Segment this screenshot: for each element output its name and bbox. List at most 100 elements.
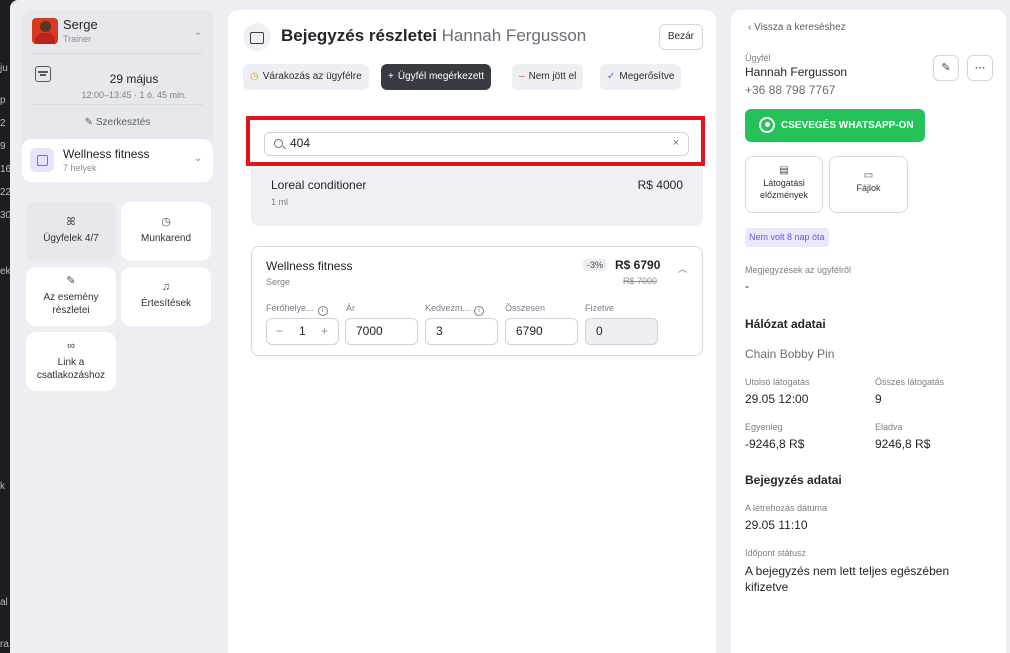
edge-text: ra xyxy=(0,639,9,650)
chevron-down-icon[interactable]: ⌄ xyxy=(194,153,202,164)
divider xyxy=(32,104,203,105)
discount-field[interactable]: 3 xyxy=(425,318,498,345)
paid-field[interactable]: 0 xyxy=(585,318,658,345)
client-label: Ügyfél xyxy=(745,53,771,63)
title-text: Bejegyzés részletei xyxy=(281,26,437,45)
status-confirmed-button[interactable]: ✓ Megerősítve xyxy=(600,64,682,90)
visit-history-button[interactable]: ▤ Látogatási előzmények xyxy=(745,156,823,213)
visit-history-label: Látogatási előzmények xyxy=(759,178,809,200)
files-label: Fájlok xyxy=(856,183,881,193)
search-icon xyxy=(274,139,283,148)
edge-text: ju xyxy=(0,63,8,74)
minus-button[interactable]: − xyxy=(276,324,283,338)
status-arrived-button[interactable]: + Ügyfél megérkezett xyxy=(381,64,491,90)
clock-icon: ◷ xyxy=(250,71,259,82)
history-icon: ▤ xyxy=(779,165,789,176)
result-unit: 1 ml xyxy=(271,197,289,207)
minus-icon: – xyxy=(519,71,525,82)
discount-label: Kedvezm... i xyxy=(425,303,485,316)
quantity-value: 1 xyxy=(299,324,306,338)
sold-value: 9246,8 R$ xyxy=(875,437,931,451)
status-label: Megerősítve xyxy=(619,71,675,82)
edge-text: 2 xyxy=(0,118,6,129)
total-field[interactable]: 6790 xyxy=(505,318,578,345)
service-capacity: 7 helyek xyxy=(63,163,97,173)
status-label: Ügyfél megérkezett xyxy=(397,71,484,82)
back-to-search-link[interactable]: ‹ Vissza a kereséshez xyxy=(748,22,846,33)
chevron-down-icon[interactable]: ⌄ xyxy=(194,27,202,38)
plus-button[interactable]: + xyxy=(321,324,328,338)
title-client-name: Hannah Fergusson xyxy=(441,26,587,45)
info-icon[interactable]: i xyxy=(474,306,485,316)
price-field[interactable]: 7000 xyxy=(345,318,418,345)
product-search-box[interactable]: × xyxy=(264,132,689,156)
back-label: Vissza a kereséshez xyxy=(754,22,846,33)
chevron-up-icon[interactable]: ︿ xyxy=(678,262,687,275)
trainer-card[interactable]: Serge Trainer ⌄ 29 május 12:00–13:45 · 1… xyxy=(22,10,213,156)
calendar-icon xyxy=(35,66,51,82)
last-visit-label: Utolsó látogatás xyxy=(745,377,810,387)
basket-icon xyxy=(243,23,271,51)
tab-event-details[interactable]: ✎ Az esemény részletei xyxy=(26,267,116,326)
files-button[interactable]: ▭ Fájlok xyxy=(829,156,908,213)
paid-label: Fizetve xyxy=(585,303,615,313)
search-result-item[interactable]: Loreal conditioner 1 ml R$ 4000 xyxy=(251,167,703,226)
whatsapp-label: CSEVEGÉS WHATSAPP-ON xyxy=(781,120,914,131)
search-input[interactable] xyxy=(290,136,660,150)
tab-join-link[interactable]: ∞ Link a csatlakozáshoz xyxy=(26,332,116,391)
edge-text: 9 xyxy=(0,141,6,152)
more-icon: ⋯ xyxy=(974,62,986,74)
plus-icon: + xyxy=(388,71,394,82)
service-line-item: Wellness fitness Serge -3% R$ 6790 R$ 70… xyxy=(251,246,703,356)
close-button[interactable]: Bezár xyxy=(658,24,703,50)
tab-label: Ügyfelek 4/7 xyxy=(43,233,99,244)
result-price: R$ 4000 xyxy=(637,178,683,192)
balance-value: -9246,8 R$ xyxy=(745,437,805,451)
sold-label: Eladva xyxy=(875,422,903,432)
appointment-status-label: Időpont státusz xyxy=(745,548,807,558)
tab-label: Link a csatlakozáshoz xyxy=(36,357,106,381)
clear-icon[interactable]: × xyxy=(673,137,679,149)
booking-time: 12:00–13:45 · 1 ó. 45 min. xyxy=(81,90,187,100)
service-name: Wellness fitness xyxy=(63,147,150,161)
status-noshow-button[interactable]: – Nem jött el xyxy=(512,64,584,90)
edge-text: ek xyxy=(0,266,11,277)
edit-client-button[interactable]: ✎ xyxy=(933,55,959,81)
discount-label-text: Kedvezm... xyxy=(425,303,471,313)
client-name[interactable]: Hannah Fergusson xyxy=(745,65,847,79)
price-label: Ár xyxy=(346,303,355,313)
created-value: 29.05 11:10 xyxy=(745,518,808,532)
pencil-icon: ✎ xyxy=(941,62,951,74)
edge-text: k xyxy=(0,481,5,492)
info-icon[interactable]: i xyxy=(317,306,328,316)
line-item-old-price: R$ 7000 xyxy=(623,276,658,286)
bell-icon: ♫ xyxy=(161,281,171,293)
service-selector[interactable]: Wellness fitness 7 helyek ⌄ xyxy=(22,139,213,182)
line-item-price: R$ 6790 xyxy=(615,258,661,272)
tab-clients[interactable]: ꕤ Ügyfelek 4/7 xyxy=(26,202,116,261)
link-icon: ∞ xyxy=(67,340,75,352)
tab-label: Értesítések xyxy=(140,298,192,309)
divider xyxy=(32,53,203,54)
pencil-icon: ✎ xyxy=(84,117,96,128)
more-options-button[interactable]: ⋯ xyxy=(967,55,993,81)
created-label: A létrehozás dátuma xyxy=(745,503,828,513)
tab-schedule[interactable]: ◷ Munkarend xyxy=(121,202,211,261)
check-icon: ✓ xyxy=(607,71,616,82)
tab-notifications[interactable]: ♫ Értesítések xyxy=(121,267,211,326)
last-visit-value: 29.05 12:00 xyxy=(745,392,809,406)
notes-label: Megjegyzések az ügyfélről xyxy=(745,265,852,275)
line-item-name: Wellness fitness xyxy=(266,259,353,273)
users-icon: ꕤ xyxy=(66,216,76,228)
network-name: Chain Bobby Pin xyxy=(745,347,835,361)
whatsapp-chat-button[interactable]: CSEVEGÉS WHATSAPP-ON xyxy=(745,109,925,142)
tab-label: Munkarend xyxy=(140,233,192,244)
status-waiting-button[interactable]: ◷ Várakozás az ügyfélre xyxy=(243,64,369,90)
total-label: Összesen xyxy=(505,303,546,313)
client-phone[interactable]: +36 88 798 7767 xyxy=(745,83,835,97)
edit-document-icon: ✎ xyxy=(66,275,76,287)
service-icon xyxy=(30,148,54,172)
trainer-name: Serge xyxy=(63,17,98,32)
balance-label: Egyenleg xyxy=(745,422,783,432)
edit-button[interactable]: ✎ Szerkesztés xyxy=(22,117,213,128)
